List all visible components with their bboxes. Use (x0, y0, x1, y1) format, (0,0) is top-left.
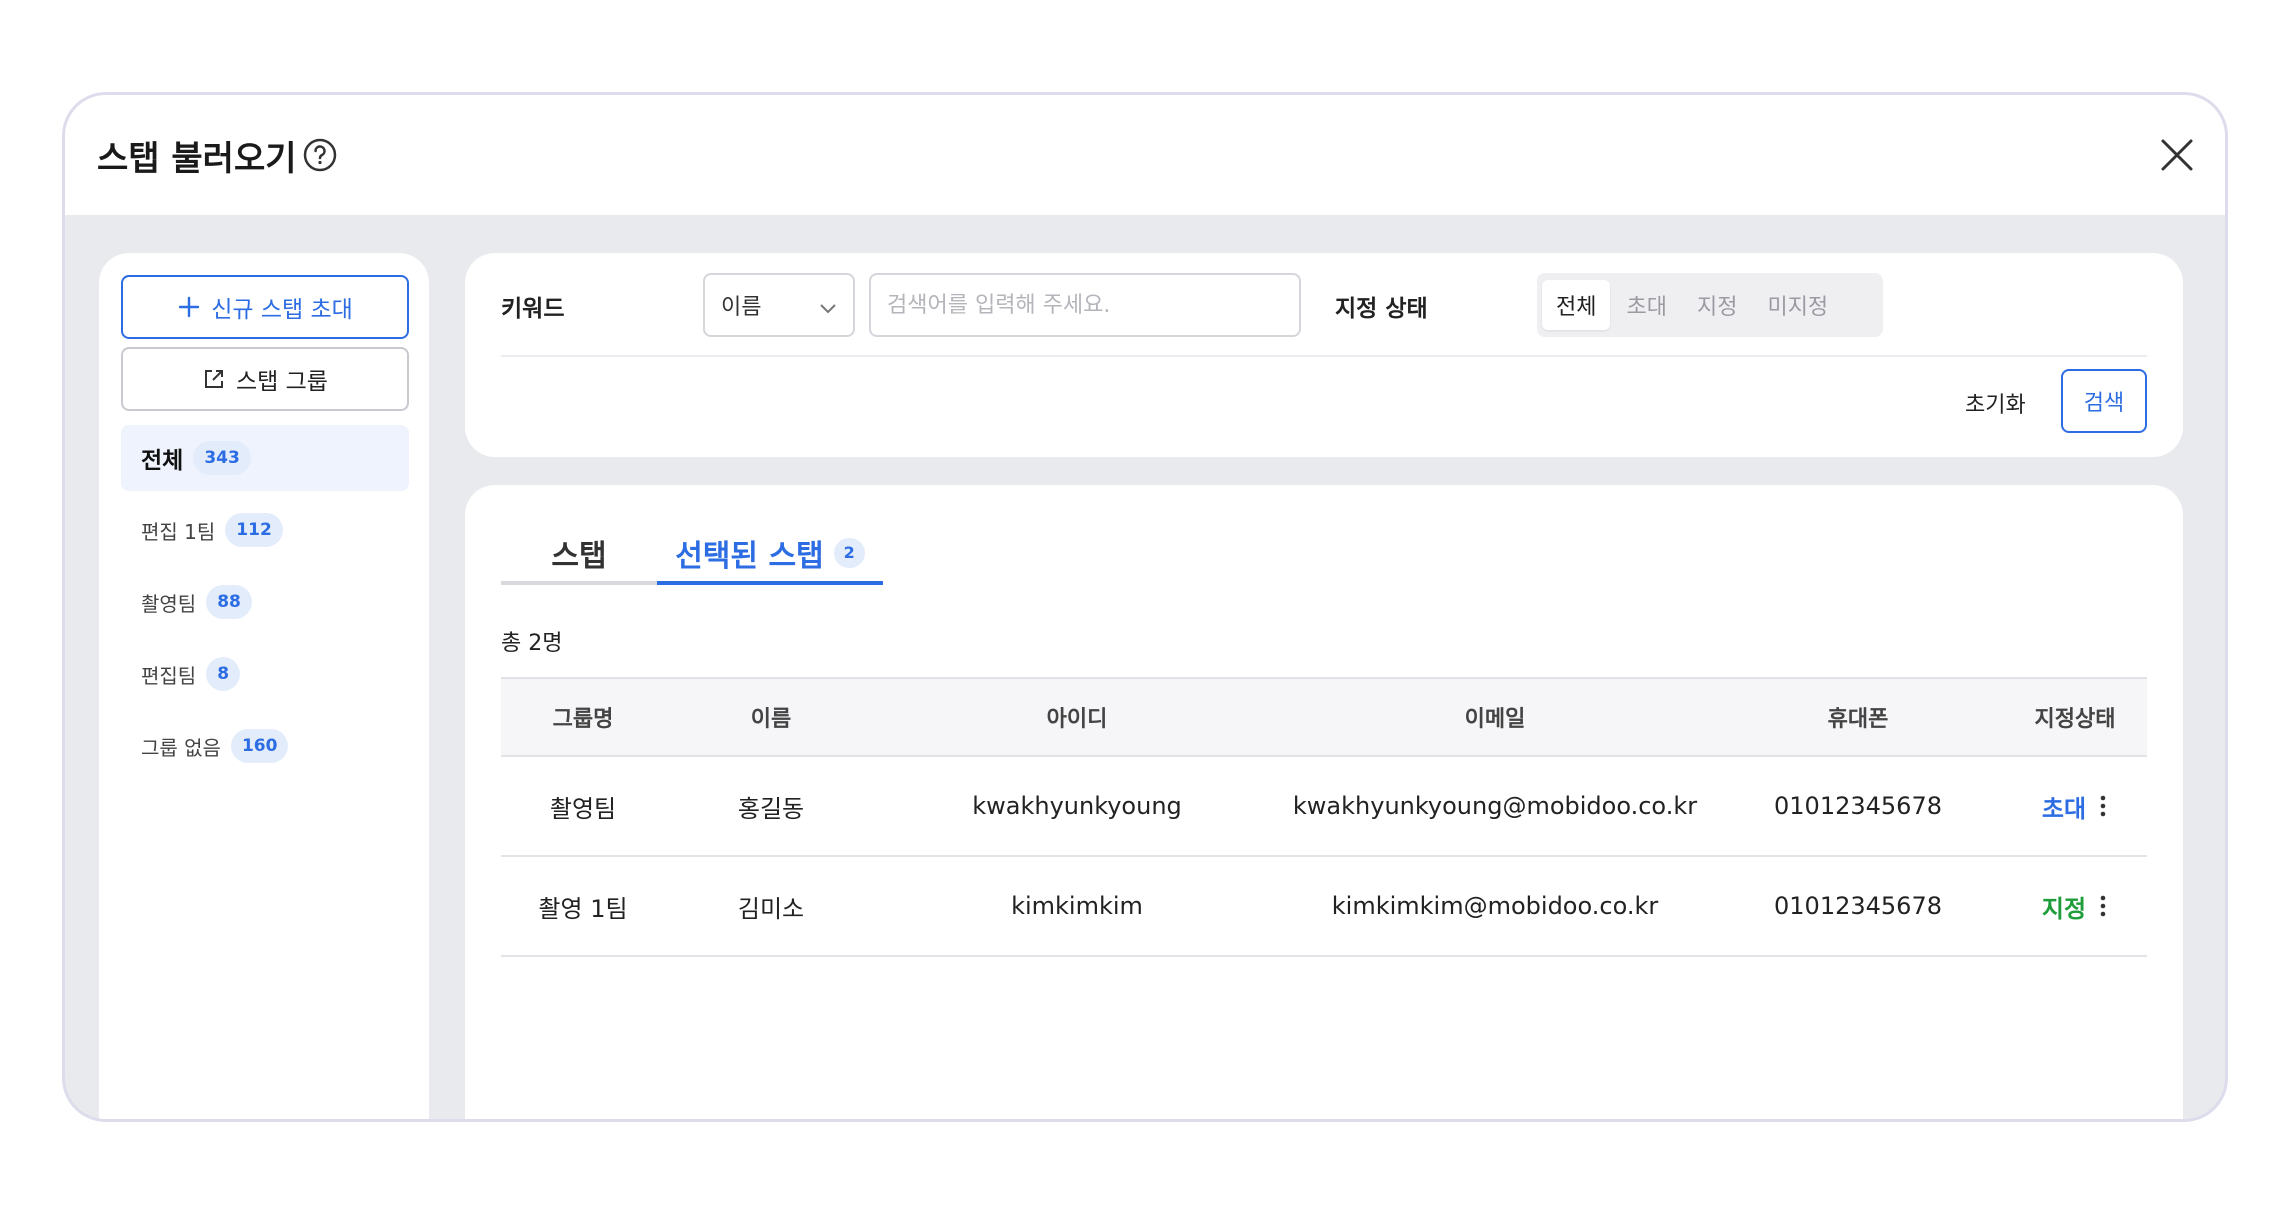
status-badge: 초대 (2041, 794, 2087, 823)
count-badge: 343 (193, 441, 251, 475)
staff-group-button[interactable]: 스탭 그룹 (121, 347, 409, 411)
close-icon[interactable] (2157, 135, 2197, 175)
invite-staff-button[interactable]: 신규 스탭 초대 (121, 275, 409, 339)
status-segmented-control: 전체 초대 지정 미지정 (1537, 273, 1883, 337)
modal-title: 스탭 불러오기 (97, 139, 297, 179)
count-badge: 88 (206, 585, 252, 619)
cell-email: kimkimkim@mobidoo.co.kr (1331, 892, 1659, 920)
count-badge: 112 (225, 513, 283, 547)
group-item-filming[interactable]: 촬영팀 88 (121, 569, 409, 635)
tab-staff[interactable]: 스탭 (501, 525, 657, 585)
question-circle-icon[interactable] (302, 137, 338, 173)
count-badge: 8 (206, 657, 241, 691)
divider (501, 355, 2147, 357)
table-header: 그룹명 이름 아이디 이메일 휴대폰 지정상태 (501, 677, 2147, 757)
column-header-email: 이메일 (1464, 707, 1526, 732)
invite-staff-label: 신규 스탭 초대 (211, 297, 353, 323)
cell-phone: 01012345678 (1774, 792, 1942, 820)
table-row[interactable]: 촬영 1팀 김미소 kimkimkim kimkimkim@mobidoo.co… (501, 857, 2147, 957)
cell-id: kwakhyunkyoung (972, 792, 1182, 820)
group-item-label: 편집 1팀 (141, 519, 216, 544)
cell-group: 촬영팀 (549, 794, 617, 823)
status-option-unassigned[interactable]: 미지정 (1753, 280, 1842, 330)
search-input[interactable] (869, 273, 1301, 337)
search-button[interactable]: 검색 (2061, 369, 2147, 433)
status-option-assigned[interactable]: 지정 (1683, 280, 1751, 330)
group-item-none[interactable]: 그룹 없음 160 (121, 713, 409, 779)
status-option-all[interactable]: 전체 (1542, 280, 1611, 330)
column-header-phone: 휴대폰 (1827, 707, 1889, 732)
chevron-down-icon (820, 304, 836, 314)
tab-label: 스탭 (551, 539, 607, 574)
staff-import-modal: 스탭 불러오기 신규 스탭 초대 스탭 그룹 전체 343 편집 1팀 112 … (62, 92, 2228, 1122)
tab-count-badge: 2 (833, 538, 865, 568)
cell-phone: 01012345678 (1774, 892, 1942, 920)
column-header-name: 이름 (750, 707, 792, 732)
cell-status: 초대 (2003, 789, 2147, 824)
more-vertical-icon[interactable] (2098, 893, 2108, 919)
staff-table: 그룹명 이름 아이디 이메일 휴대폰 지정상태 촬영팀 홍길동 kwakhyun… (501, 677, 2147, 957)
assign-status-label: 지정 상태 (1335, 296, 1428, 322)
group-item-editing[interactable]: 편집팀 8 (121, 641, 409, 707)
group-list: 전체 343 편집 1팀 112 촬영팀 88 편집팀 8 그룹 없음 160 (121, 425, 409, 785)
search-field-value: 이름 (721, 295, 762, 320)
group-item-label: 편집팀 (141, 663, 197, 688)
tab-selected-staff[interactable]: 선택된 스탭 2 (657, 525, 883, 585)
group-item-label: 촬영팀 (141, 591, 197, 616)
plus-icon (179, 296, 200, 318)
tab-label: 선택된 스탭 (675, 539, 824, 574)
staff-group-label: 스탭 그룹 (236, 369, 328, 395)
keyword-label: 키워드 (501, 296, 565, 322)
status-badge: 지정 (2041, 894, 2087, 923)
search-field-select[interactable]: 이름 (703, 273, 855, 337)
external-link-icon (205, 370, 224, 388)
cell-name: 홍길동 (737, 794, 805, 823)
group-item-all[interactable]: 전체 343 (121, 425, 409, 491)
status-option-invited[interactable]: 초대 (1612, 280, 1680, 330)
results-tabs: 스탭 선택된 스탭 2 (501, 525, 2147, 585)
group-sidebar: 신규 스탭 초대 스탭 그룹 전체 343 편집 1팀 112 촬영팀 88 편… (99, 253, 429, 1119)
results-panel: 스탭 선택된 스탭 2 총 2명 그룹명 이름 아이디 이메일 휴대폰 지정상태… (465, 485, 2183, 1119)
cell-email: kwakhyunkyoung@mobidoo.co.kr (1292, 792, 1698, 820)
group-item-label: 전체 (141, 448, 184, 474)
table-row[interactable]: 촬영팀 홍길동 kwakhyunkyoung kwakhyunkyoung@mo… (501, 757, 2147, 857)
search-panel: 키워드 이름 지정 상태 전체 초대 지정 미지정 초기화 검색 (465, 253, 2183, 457)
reset-button[interactable]: 초기화 (1965, 387, 2026, 419)
column-header-status: 지정상태 (2034, 707, 2116, 732)
count-badge: 160 (230, 729, 289, 763)
total-count: 총 2명 (501, 631, 563, 656)
cell-group: 촬영 1팀 (538, 894, 628, 923)
cell-status: 지정 (2003, 889, 2147, 924)
more-vertical-icon[interactable] (2098, 793, 2108, 819)
cell-name: 김미소 (737, 894, 805, 923)
column-header-id: 아이디 (1046, 707, 1108, 732)
column-header-group: 그룹명 (552, 707, 614, 732)
modal-header: 스탭 불러오기 (65, 95, 2225, 215)
group-item-edit-1[interactable]: 편집 1팀 112 (121, 497, 409, 563)
group-item-label: 그룹 없음 (141, 735, 221, 760)
cell-id: kimkimkim (1011, 892, 1143, 920)
